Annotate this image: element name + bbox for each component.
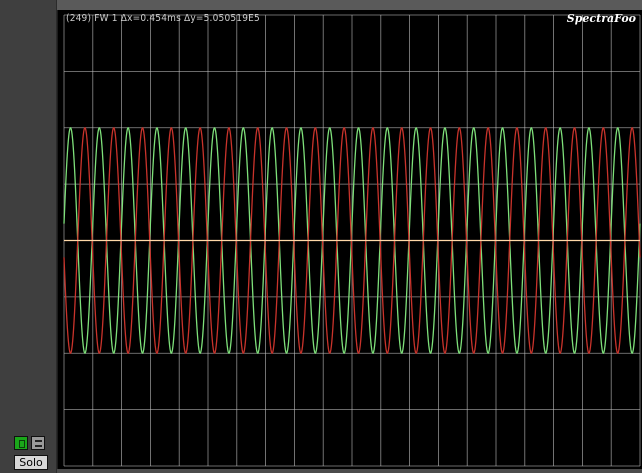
title-bar — [57, 0, 642, 10]
monitor-toggle-icon[interactable] — [14, 436, 28, 450]
solo-button[interactable]: Solo — [14, 455, 48, 470]
toolbar-icons — [14, 436, 50, 452]
brand-logo: SpectraFoo — [566, 12, 636, 25]
oscilloscope-canvas — [63, 14, 641, 467]
oscilloscope-plot[interactable]: (249) FW 1 Δx=0.454ms Δy=5.050519E5 Spec… — [57, 10, 642, 469]
scope-window: Solo (249) FW 1 Δx=0.454ms Δy=5.050519E5… — [0, 0, 642, 473]
list-icon[interactable] — [31, 436, 45, 450]
left-toolbar: Solo — [0, 0, 57, 473]
measurement-readout: (249) FW 1 Δx=0.454ms Δy=5.050519E5 — [66, 13, 260, 24]
